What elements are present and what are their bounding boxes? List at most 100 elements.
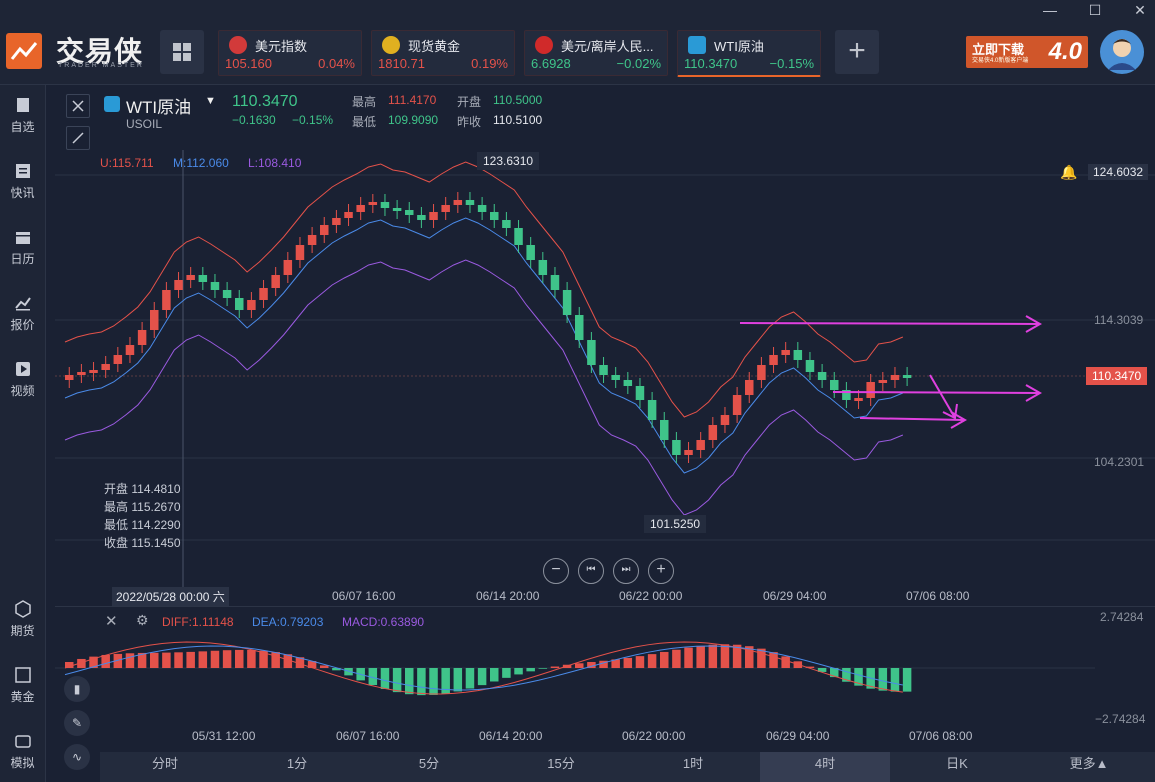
avatar[interactable] <box>1100 30 1144 74</box>
symbol-code: USOIL <box>126 117 163 131</box>
draw-pen-icon[interactable]: ✎ <box>64 710 90 736</box>
logo-subtitle: TRADER MASTER <box>58 62 144 69</box>
maximize-button[interactable]: ☐ <box>1085 2 1105 19</box>
time-axis-bottom-label: 06/07 16:00 <box>336 729 400 743</box>
skip-back-button[interactable]: ⏮ <box>578 558 604 584</box>
grid-icon <box>173 43 191 61</box>
time-axis-bottom-label: 06/22 00:00 <box>622 729 686 743</box>
boll-middle-line <box>64 217 904 474</box>
candle-body <box>757 365 766 380</box>
price-axis-current: 110.3470 <box>1086 367 1148 385</box>
sidebar-item-quotes[interactable]: 报价 <box>0 294 45 333</box>
annotation-arrow-line <box>859 417 966 421</box>
news-icon <box>15 164 30 178</box>
close-chart-button[interactable] <box>66 94 90 118</box>
macd-chart <box>55 641 1095 696</box>
price-axis-mid: 114.3039 <box>1094 313 1144 327</box>
sidebar-item-news[interactable]: 快讯 <box>0 162 45 201</box>
candle-body <box>830 380 839 390</box>
candlestick-chart[interactable] <box>55 150 1155 605</box>
annotation-arrow-line <box>739 322 1041 325</box>
macd-bar <box>198 651 208 668</box>
sidebar-item-calendar[interactable]: 日历 <box>0 228 45 267</box>
sidebar-item-simulation[interactable]: 模拟 <box>0 732 45 771</box>
macd-axis-top: 2.74284 <box>1100 610 1144 624</box>
high-label: 最高 <box>352 95 377 109</box>
boll-lower-line <box>64 259 904 516</box>
shrink-chart-button[interactable] <box>66 126 90 150</box>
sidebar-item-futures[interactable]: 期货 <box>0 600 45 639</box>
candle-body <box>174 280 183 290</box>
candle-tool-icon[interactable]: ▮ <box>64 676 90 702</box>
sidebar-item-watchlist[interactable]: 自选 <box>0 96 45 135</box>
time-axis-bottom-label: 06/29 04:00 <box>766 729 830 743</box>
ticker-name: 美元/离岸人民... <box>561 39 654 54</box>
close-window-button[interactable]: ✕ <box>1130 2 1150 19</box>
tab-timeshare[interactable]: 分时 <box>100 752 230 782</box>
tab-15min[interactable]: 15分 <box>496 752 626 782</box>
macd-bar <box>890 668 900 692</box>
minimize-button[interactable]: — <box>1040 2 1060 18</box>
prev-close-label: 昨收 <box>457 115 482 129</box>
candle-body <box>271 275 280 288</box>
tab-5min[interactable]: 5分 <box>364 752 494 782</box>
candle-body <box>417 215 426 220</box>
macd-bar <box>635 656 645 668</box>
ticker-name: 美元指数 <box>255 39 308 54</box>
skip-forward-button[interactable]: ⏭ <box>613 558 639 584</box>
ticker-usd-index[interactable]: 美元指数 105.160 0.04% <box>218 30 362 76</box>
ohlc-low: 最低 114.2290 <box>104 518 181 532</box>
indicator-icon[interactable]: ∿ <box>64 744 90 770</box>
ticker-usdcnh[interactable]: 美元/离岸人民... 6.6928 −0.02% <box>524 30 668 76</box>
sidebar-item-gold[interactable]: 黄金 <box>0 666 45 705</box>
candle-body <box>769 355 778 365</box>
candle-body <box>380 202 390 208</box>
macd-value: MACD:0.63890 <box>342 615 425 629</box>
time-axis-bottom-label: 05/31 12:00 <box>192 729 256 743</box>
symbol-dropdown-icon[interactable]: ▼ <box>205 95 216 107</box>
boll-upper-line <box>64 161 904 418</box>
macd-settings-icon[interactable]: ⚙ <box>136 612 149 629</box>
candle-body <box>805 360 815 372</box>
macd-bar <box>550 666 560 668</box>
download-promo-banner[interactable]: 立即下载 交易侠4.0新版客户端 4.0 <box>966 36 1088 68</box>
grid-menu-button[interactable] <box>160 30 204 74</box>
tab-4hour[interactable]: 4时 <box>760 752 890 782</box>
candle-body <box>672 440 681 455</box>
macd-dea: DEA:0.79203 <box>252 615 324 629</box>
current-price: 110.3470 <box>232 93 298 110</box>
candle-body <box>320 225 329 235</box>
macd-bar <box>465 668 475 689</box>
macd-bar <box>247 650 256 668</box>
zoom-in-button[interactable]: + <box>648 558 674 584</box>
candle-body <box>101 364 110 370</box>
alert-bell-icon[interactable]: 🔔 <box>1060 164 1077 181</box>
symbol-name[interactable]: WTI原油 <box>126 93 191 118</box>
tab-more[interactable]: 更多▲ <box>1024 752 1154 782</box>
add-ticker-button[interactable]: + <box>835 30 879 74</box>
ticker-gold[interactable]: 现货黄金 1810.71 0.19% <box>371 30 515 76</box>
ohlc-open: 开盘 114.4810 <box>104 482 181 496</box>
zoom-out-button[interactable]: − <box>543 558 569 584</box>
candle-body <box>198 275 208 282</box>
ticker-wti[interactable]: WTI原油 110.3470 −0.15% <box>677 30 821 77</box>
ticker-change: −0.02% <box>616 56 661 71</box>
macd-bar <box>623 657 633 668</box>
candle-body <box>429 212 438 220</box>
boll-upper: U:115.711 <box>100 156 154 170</box>
gold-coin-icon <box>382 36 400 54</box>
ticker-change: 0.19% <box>471 56 508 71</box>
shrink-icon <box>72 132 84 144</box>
close-macd-icon[interactable]: ✕ <box>105 612 118 630</box>
candle-body <box>514 228 523 245</box>
tab-1min[interactable]: 1分 <box>232 752 362 782</box>
time-axis-label: 06/14 20:00 <box>476 589 540 603</box>
panel-divider <box>55 606 1155 607</box>
macd-bar <box>453 668 463 692</box>
sidebar-item-video[interactable]: 视频 <box>0 360 45 399</box>
tab-1hour[interactable]: 1时 <box>628 752 758 782</box>
high-value: 111.4170 <box>388 93 437 107</box>
quote-icon <box>14 297 31 311</box>
tab-daily[interactable]: 日K <box>892 752 1022 782</box>
candle-body <box>575 315 584 340</box>
